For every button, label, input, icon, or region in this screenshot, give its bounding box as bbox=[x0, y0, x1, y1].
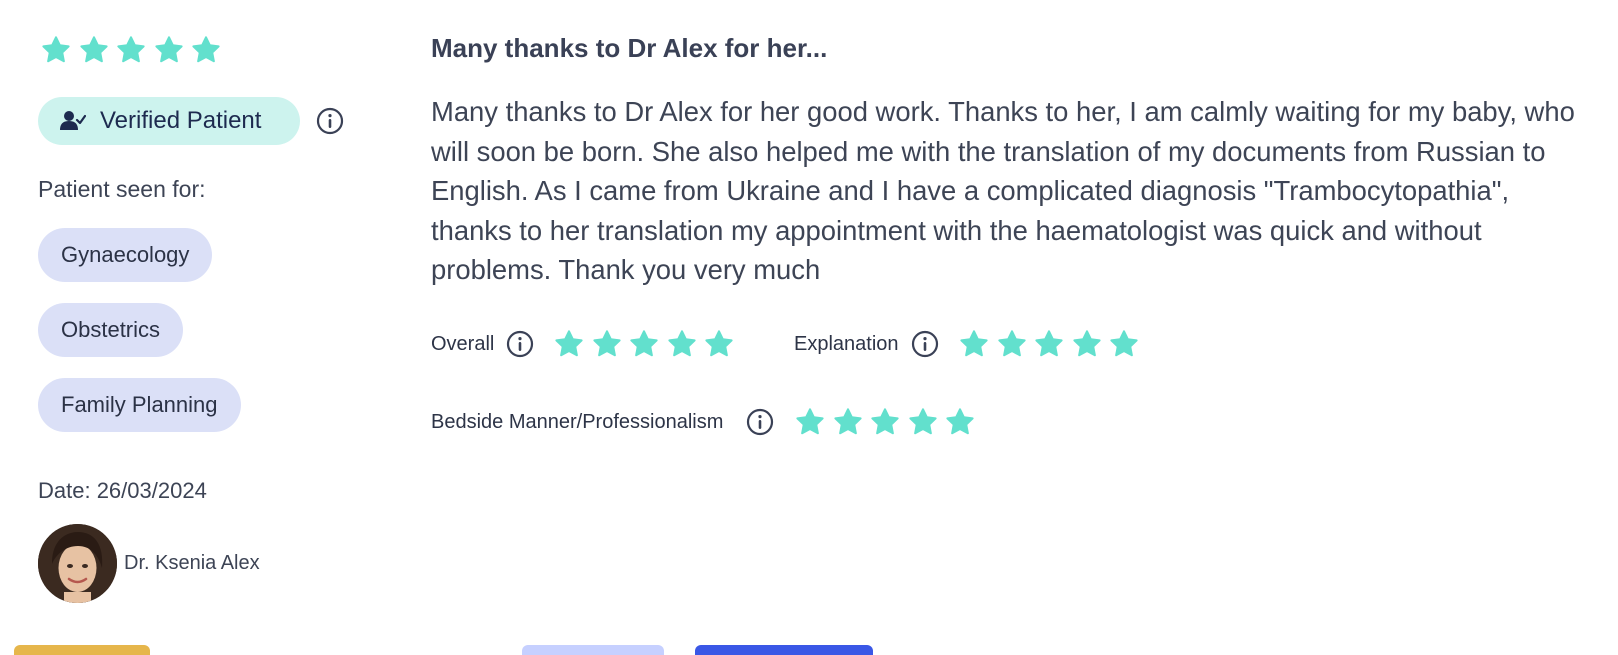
rating-label-bedside-manner: Bedside Manner/Professionalism bbox=[431, 411, 724, 433]
star-icon bbox=[554, 329, 584, 359]
review-title: Many thanks to Dr Alex for her... bbox=[431, 33, 828, 63]
star-icon bbox=[870, 407, 900, 437]
doctor-avatar[interactable] bbox=[38, 524, 117, 603]
bedside-manner-rating-stars bbox=[795, 407, 975, 437]
star-icon bbox=[41, 35, 71, 65]
review-date: Date: 26/03/2024 bbox=[38, 478, 207, 503]
review-body: Many thanks to Dr Alex for her good work… bbox=[431, 96, 1575, 285]
patient-seen-for-label: Patient seen for: bbox=[38, 176, 206, 202]
bottom-button[interactable] bbox=[14, 645, 150, 655]
bottom-button[interactable] bbox=[695, 645, 873, 655]
star-icon bbox=[1109, 329, 1139, 359]
star-icon bbox=[945, 407, 975, 437]
star-icon bbox=[959, 329, 989, 359]
bottom-button[interactable] bbox=[522, 645, 664, 655]
overall-star-rating bbox=[41, 35, 221, 65]
star-icon bbox=[667, 329, 697, 359]
star-icon bbox=[592, 329, 622, 359]
specialty-tag[interactable]: Gynaecology bbox=[38, 228, 213, 282]
star-icon bbox=[795, 407, 825, 437]
doctor-name[interactable]: Dr. Ksenia Alex bbox=[124, 552, 260, 575]
star-icon bbox=[79, 35, 109, 65]
rating-label-overall: Overall bbox=[431, 333, 495, 355]
verified-patient-badge: Verified Patient bbox=[38, 97, 300, 145]
info-icon[interactable] bbox=[746, 408, 774, 436]
star-icon bbox=[116, 35, 146, 65]
info-icon[interactable] bbox=[911, 330, 939, 358]
info-icon[interactable] bbox=[316, 107, 344, 135]
overall-rating-stars bbox=[554, 329, 734, 359]
info-icon[interactable] bbox=[506, 330, 534, 358]
star-icon bbox=[908, 407, 938, 437]
star-icon bbox=[1072, 329, 1102, 359]
star-icon bbox=[154, 35, 184, 65]
specialty-tag[interactable]: Obstetrics bbox=[38, 303, 184, 357]
rating-label-explanation: Explanation bbox=[794, 333, 899, 355]
explanation-rating-stars bbox=[959, 329, 1139, 359]
specialty-tag[interactable]: Family Planning bbox=[38, 378, 241, 432]
verified-patient-label: Verified Patient bbox=[100, 107, 262, 134]
user-check-icon bbox=[60, 110, 87, 132]
star-icon bbox=[997, 329, 1027, 359]
star-icon bbox=[1034, 329, 1064, 359]
star-icon bbox=[629, 329, 659, 359]
star-icon bbox=[191, 35, 221, 65]
star-icon bbox=[704, 329, 734, 359]
star-icon bbox=[833, 407, 863, 437]
